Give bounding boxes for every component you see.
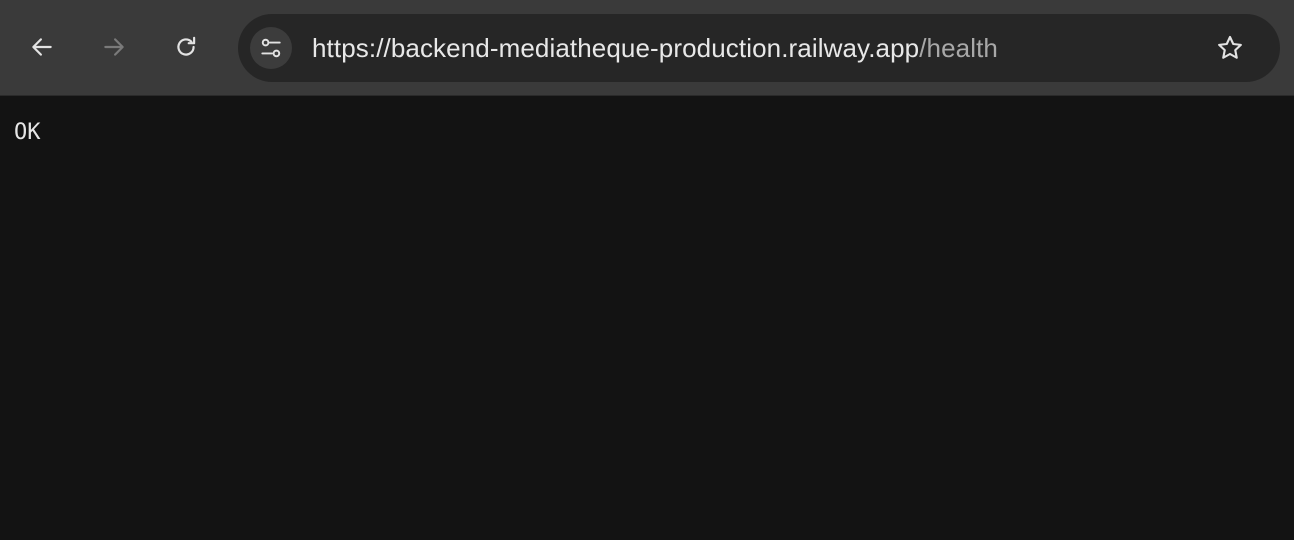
url-path: /health xyxy=(919,33,998,63)
star-icon xyxy=(1218,35,1242,59)
bookmark-button[interactable] xyxy=(1210,28,1250,68)
url-text[interactable]: https://backend-mediatheque-production.r… xyxy=(312,14,998,82)
reload-icon xyxy=(177,36,196,56)
reload-button[interactable] xyxy=(166,27,206,67)
forward-button[interactable] xyxy=(94,27,134,67)
response-body-text: OK xyxy=(14,120,41,145)
arrow-left-icon xyxy=(32,38,52,56)
site-info-button[interactable] xyxy=(250,27,292,69)
address-bar[interactable]: https://backend-mediatheque-production.r… xyxy=(238,14,1280,82)
back-button[interactable] xyxy=(22,27,62,67)
browser-toolbar: https://backend-mediatheque-production.r… xyxy=(0,0,1294,96)
arrow-right-icon xyxy=(104,38,124,56)
url-host: https://backend-mediatheque-production.r… xyxy=(312,33,920,63)
tune-icon xyxy=(261,38,281,58)
page-content: OK xyxy=(0,96,1294,540)
